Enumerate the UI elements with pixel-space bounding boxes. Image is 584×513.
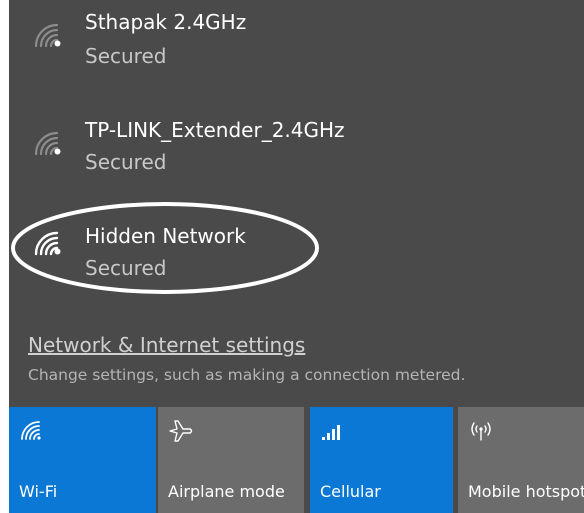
network-status: Secured xyxy=(85,150,167,174)
wifi-secured-icon xyxy=(33,22,63,48)
cellular-tile[interactable]: Cellular xyxy=(310,407,453,513)
tile-label: Wi-Fi xyxy=(19,482,58,501)
network-name: TP-LINK_Extender_2.4GHz xyxy=(85,118,345,142)
airplane-icon xyxy=(168,419,194,443)
network-name: Hidden Network xyxy=(85,224,246,248)
cellular-signal-icon xyxy=(320,419,346,443)
tile-label: Airplane mode xyxy=(168,482,285,501)
mobile-hotspot-icon xyxy=(468,419,494,443)
mobile-hotspot-tile[interactable]: Mobile hotspot xyxy=(458,407,584,513)
network-item-tp-link-extender[interactable]: TP-LINK_Extender_2.4GHz Secured xyxy=(9,110,584,200)
tile-label: Cellular xyxy=(320,482,381,501)
airplane-mode-tile[interactable]: Airplane mode xyxy=(158,407,304,513)
wifi-toggle-tile[interactable]: Wi-Fi xyxy=(9,407,156,513)
network-flyout: Sthapak 2.4GHz Secured TP-LINK_Extender_… xyxy=(9,0,584,513)
wifi-secured-icon xyxy=(33,230,63,256)
wifi-secured-icon xyxy=(33,130,63,156)
settings-description: Change settings, such as making a connec… xyxy=(28,366,466,384)
network-status: Secured xyxy=(85,256,167,280)
network-item-sthapak[interactable]: Sthapak 2.4GHz Secured xyxy=(9,0,584,90)
network-item-hidden-network[interactable]: Hidden Network Secured xyxy=(9,214,584,304)
network-status: Secured xyxy=(85,44,167,68)
tile-label: Mobile hotspot xyxy=(468,482,584,501)
wifi-icon xyxy=(19,419,45,443)
network-internet-settings-link[interactable]: Network & Internet settings xyxy=(28,332,305,358)
network-name: Sthapak 2.4GHz xyxy=(85,10,247,34)
